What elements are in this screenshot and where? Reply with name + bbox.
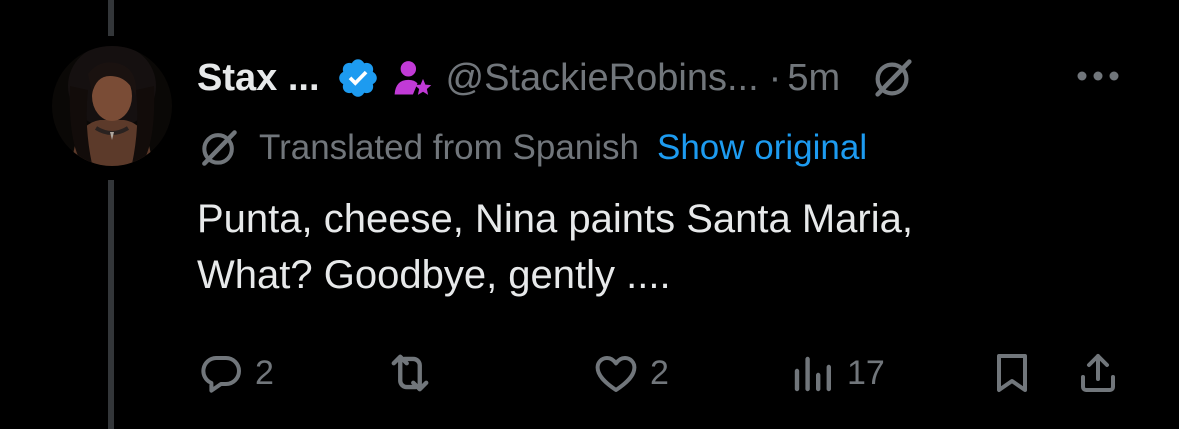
bookmark-button[interactable] bbox=[988, 346, 1036, 400]
action-bar: 2 2 17 bbox=[0, 346, 1179, 400]
heart-icon bbox=[592, 349, 640, 397]
post-text: Punta, cheese, Nina paints Santa Maria, … bbox=[197, 191, 1097, 303]
translate-icon bbox=[197, 126, 241, 170]
share-button[interactable] bbox=[1074, 346, 1122, 400]
like-count: 2 bbox=[650, 353, 669, 392]
translation-row: Translated from Spanish Show original bbox=[197, 126, 867, 170]
reply-button[interactable]: 2 bbox=[197, 346, 274, 400]
author-handle[interactable]: @StackieRobins... bbox=[446, 57, 759, 100]
verified-badge-icon[interactable] bbox=[336, 56, 380, 100]
translated-from-label: Translated from Spanish bbox=[259, 128, 639, 167]
views-count: 17 bbox=[847, 353, 885, 392]
repost-icon bbox=[384, 347, 436, 399]
separator-dot: · bbox=[768, 56, 782, 99]
like-button[interactable]: 2 bbox=[592, 346, 669, 400]
post-text-line: Punta, cheese, Nina paints Santa Maria, bbox=[197, 197, 913, 241]
views-button[interactable]: 17 bbox=[789, 346, 885, 400]
author-name[interactable]: Stax ... bbox=[197, 57, 320, 100]
post-header: Stax ... @StackieRobins... · 5m bbox=[197, 54, 916, 102]
repost-button[interactable] bbox=[384, 346, 436, 400]
reply-icon bbox=[197, 349, 245, 397]
affiliate-badge-icon[interactable] bbox=[390, 56, 434, 100]
thread-line-top bbox=[108, 0, 114, 36]
avatar[interactable] bbox=[52, 46, 172, 166]
show-original-link[interactable]: Show original bbox=[657, 128, 867, 168]
post-timestamp[interactable]: 5m bbox=[787, 57, 840, 100]
more-icon[interactable] bbox=[1075, 66, 1121, 86]
post-text-line: What? Goodbye, gently .... bbox=[197, 253, 671, 297]
views-icon bbox=[789, 349, 837, 397]
share-icon bbox=[1074, 349, 1122, 397]
grok-icon[interactable] bbox=[870, 55, 916, 101]
bookmark-icon bbox=[988, 349, 1036, 397]
reply-count: 2 bbox=[255, 353, 274, 392]
